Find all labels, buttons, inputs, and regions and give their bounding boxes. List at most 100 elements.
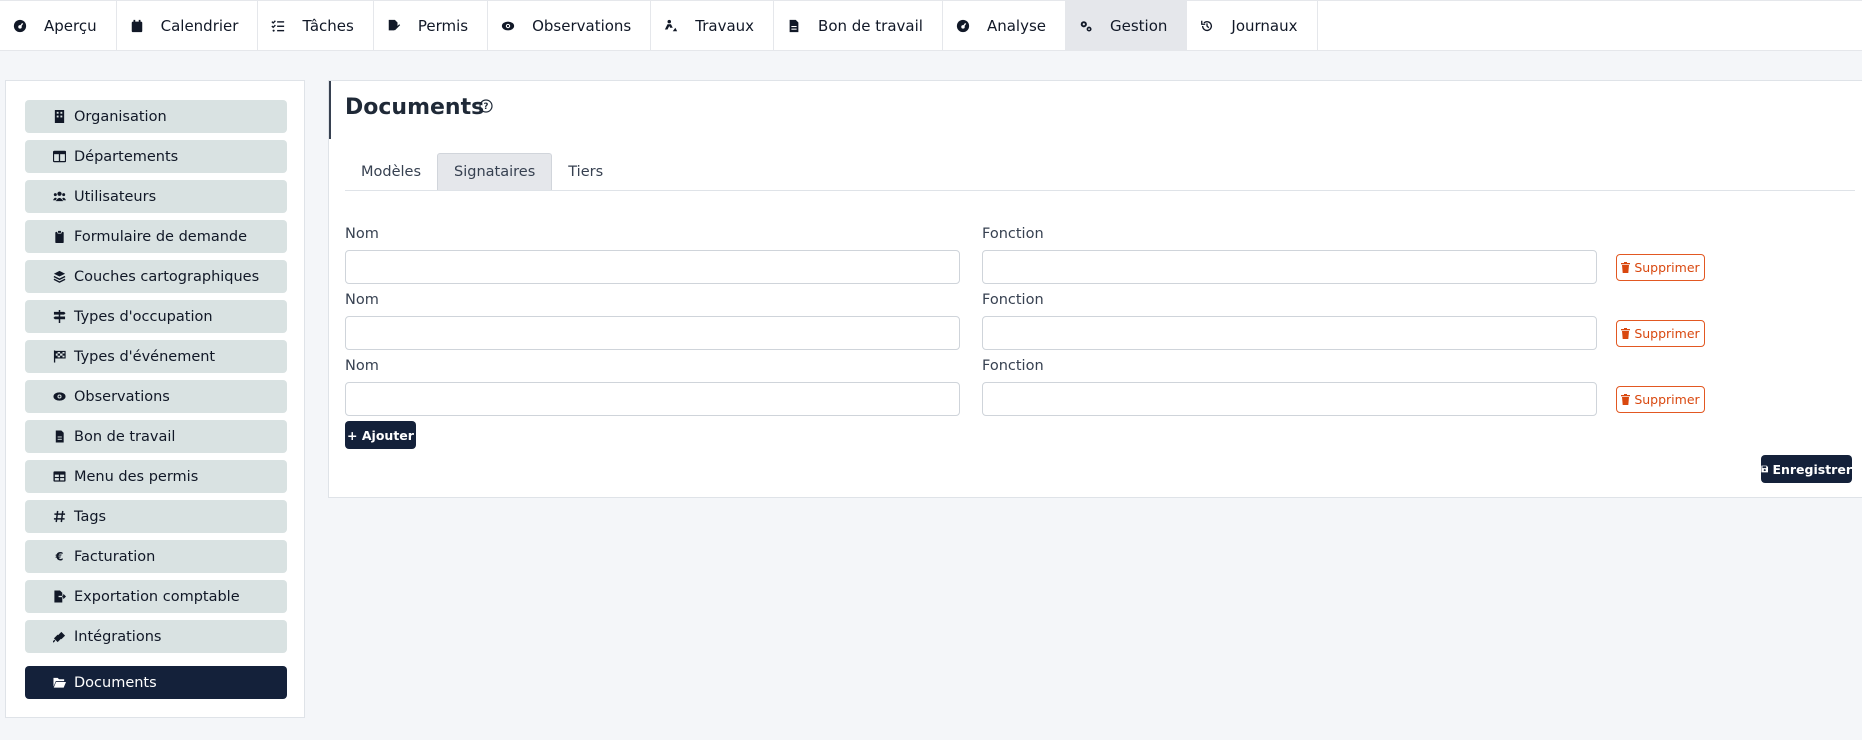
nav-item-label: Calendrier (160, 16, 239, 35)
add-signatory-button[interactable]: + Ajouter (345, 421, 416, 449)
hashtag-icon (52, 510, 66, 524)
sidebar-item-integrations[interactable]: Intégrations (25, 620, 287, 653)
tab-signataires[interactable]: Signataires (437, 153, 553, 190)
file-icon (786, 18, 802, 34)
sidebar-item-label: Facturation (74, 548, 156, 565)
tab-modeles[interactable]: Modèles (345, 153, 437, 190)
sidebar-item-label: Tags (74, 508, 107, 525)
nav-item-calendrier[interactable]: Calendrier (117, 1, 259, 50)
top-navigation: Aperçu Calendrier Tâches Permis Observat… (0, 0, 1862, 51)
sidebar-item-label: Types d'événement (74, 348, 216, 365)
checklist-icon (270, 18, 286, 34)
nav-item-observations[interactable]: Observations (488, 1, 652, 50)
nav-item-label: Observations (532, 16, 632, 35)
calendar-icon (129, 18, 145, 34)
delete-signatory-button[interactable]: Supprimer (1616, 254, 1705, 281)
sidebar-item-label: Couches cartographiques (74, 268, 260, 285)
delete-signatory-button[interactable]: Supprimer (1616, 386, 1705, 413)
signs-post-icon (52, 310, 66, 324)
table-icon (52, 470, 66, 484)
signatory-name-input[interactable] (345, 316, 960, 350)
save-button[interactable]: Enregistrer (1761, 455, 1852, 483)
documents-panel: Documents ? Modèles Signataires Tiers No… (328, 80, 1862, 498)
nav-item-analyse[interactable]: Analyse (943, 1, 1066, 50)
sidebar-item-documents[interactable]: Documents (25, 666, 287, 699)
page-title: Documents (345, 95, 485, 120)
flag-checkered-icon (52, 350, 66, 364)
signatory-function-input[interactable] (982, 382, 1597, 416)
signatory-function-input[interactable] (982, 250, 1597, 284)
svg-text:?: ? (484, 102, 489, 112)
file-export-icon (52, 590, 66, 604)
nav-item-travaux[interactable]: Travaux (651, 1, 775, 50)
sidebar-item-couches-cartographiques[interactable]: Couches cartographiques (25, 260, 287, 293)
signatory-name-input[interactable] (345, 250, 960, 284)
sidebar-item-types-occupation[interactable]: Types d'occupation (25, 300, 287, 333)
signatory-name-input[interactable] (345, 382, 960, 416)
sidebar-item-utilisateurs[interactable]: Utilisateurs (25, 180, 287, 213)
nav-item-label: Gestion (1110, 16, 1168, 35)
sidebar-item-tags[interactable]: Tags (25, 500, 287, 533)
sidebar-item-label: Organisation (74, 108, 167, 125)
nav-item-gestion[interactable]: Gestion (1066, 1, 1188, 50)
add-label: + Ajouter (347, 427, 414, 443)
question-circle-icon[interactable]: ? (479, 98, 493, 113)
table-columns-icon (52, 150, 66, 164)
gauge-icon (955, 18, 971, 34)
sidebar-item-label: Intégrations (74, 628, 162, 645)
sidebar-item-label: Exportation comptable (74, 588, 240, 605)
sidebar-item-bon-de-travail[interactable]: Bon de travail (25, 420, 287, 453)
floppy-disk-icon (1761, 465, 1769, 473)
svg-text:€: € (54, 551, 63, 563)
sidebar-item-label: Documents (74, 674, 157, 691)
sidebar-item-departements[interactable]: Départements (25, 140, 287, 173)
delete-label: Supprimer (1634, 392, 1700, 407)
sidebar-item-organisation[interactable]: Organisation (25, 100, 287, 133)
sidebar-item-menu-des-permis[interactable]: Menu des permis (25, 460, 287, 493)
function-label: Fonction (982, 358, 1044, 374)
nav-item-label: Travaux (695, 16, 755, 35)
eye-icon (52, 390, 66, 404)
plug-icon (52, 630, 66, 644)
tab-tiers[interactable]: Tiers (552, 153, 619, 190)
settings-sidebar: Organisation Départements Utilisateurs F… (5, 80, 305, 718)
trash-icon (1621, 394, 1631, 405)
nav-item-label: Permis (417, 16, 469, 35)
clipboard-icon (52, 230, 66, 244)
sidebar-item-types-evenement[interactable]: Types d'événement (25, 340, 287, 373)
sidebar-item-formulaire-de-demande[interactable]: Formulaire de demande (25, 220, 287, 253)
file-icon (52, 430, 66, 444)
function-label: Fonction (982, 292, 1044, 308)
delete-label: Supprimer (1634, 260, 1700, 275)
nav-item-label: Tâches (302, 16, 354, 35)
nav-item-apercu[interactable]: Aperçu (0, 1, 117, 50)
name-label: Nom (345, 292, 379, 308)
nav-item-taches[interactable]: Tâches (258, 1, 374, 50)
sidebar-item-label: Types d'occupation (74, 308, 213, 325)
sidebar-item-observations[interactable]: Observations (25, 380, 287, 413)
documents-tabs: Modèles Signataires Tiers (345, 153, 1855, 191)
trash-icon (1621, 328, 1631, 339)
nav-item-bon-de-travail[interactable]: Bon de travail (774, 1, 943, 50)
sidebar-item-exportation-comptable[interactable]: Exportation comptable (25, 580, 287, 613)
euro-icon: € (52, 550, 66, 564)
file-signature-icon (386, 18, 402, 34)
sidebar-item-label: Formulaire de demande (74, 228, 248, 245)
history-icon (1199, 18, 1215, 34)
sidebar-item-label: Départements (74, 148, 179, 165)
name-label: Nom (345, 358, 379, 374)
nav-item-journaux[interactable]: Journaux (1187, 1, 1318, 50)
gauge-icon (12, 18, 28, 34)
folder-open-icon (52, 676, 66, 690)
sidebar-item-label: Bon de travail (74, 428, 176, 445)
delete-signatory-button[interactable]: Supprimer (1616, 320, 1705, 347)
delete-label: Supprimer (1634, 326, 1700, 341)
sidebar-item-label: Observations (74, 388, 170, 405)
nav-item-label: Analyse (986, 16, 1046, 35)
eye-icon (500, 18, 516, 34)
nav-item-permis[interactable]: Permis (374, 1, 489, 50)
sidebar-item-facturation[interactable]: € Facturation (25, 540, 287, 573)
nav-item-label: Aperçu (44, 16, 97, 35)
sidebar-item-label: Utilisateurs (74, 188, 157, 205)
signatory-function-input[interactable] (982, 316, 1597, 350)
